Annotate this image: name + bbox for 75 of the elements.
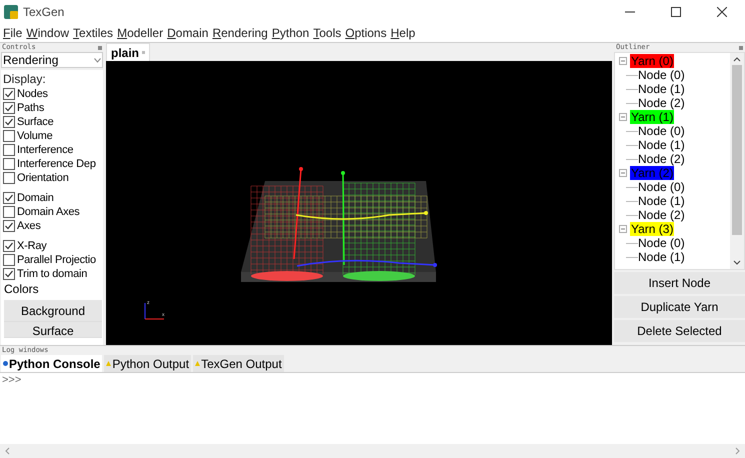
section-label: Display: <box>3 71 47 87</box>
checkbox-label: Surface <box>17 116 54 128</box>
checkbox[interactable] <box>3 206 15 218</box>
warning-icon <box>195 361 200 366</box>
node-item[interactable]: Node (2) <box>638 96 685 110</box>
console-prompt: >>> <box>1 373 22 387</box>
node-item[interactable]: Node (0) <box>638 180 685 194</box>
checkbox[interactable] <box>3 254 15 266</box>
node-item[interactable]: Node (1) <box>638 82 685 96</box>
checkbox-label: Nodes <box>17 88 48 100</box>
checkbox-label: Axes <box>17 220 41 232</box>
checkbox[interactable] <box>3 220 15 232</box>
maximize-icon <box>671 7 681 17</box>
checkbox-label: Parallel Projectio <box>17 254 96 266</box>
node-item[interactable]: Node (2) <box>638 208 685 222</box>
node-item[interactable]: Node (0) <box>638 124 685 138</box>
checkbox[interactable] <box>3 130 15 142</box>
color-button[interactable]: Surface <box>4 322 102 338</box>
outliner-button[interactable]: Delete Selected <box>614 320 745 342</box>
color-button[interactable]: Background <box>4 300 102 322</box>
node-item[interactable]: Node (1) <box>638 138 685 152</box>
vertical-scrollbar[interactable] <box>730 53 744 269</box>
app-logo-icon <box>4 5 18 19</box>
checkbox-label: Volume <box>17 130 52 142</box>
menu-item[interactable]: Window <box>26 25 70 41</box>
collapse-icon[interactable] <box>619 113 627 121</box>
checkbox[interactable] <box>3 240 15 252</box>
checkbox-label: Domain <box>17 192 54 204</box>
menu-item[interactable]: Modeller <box>117 25 164 41</box>
menu-item[interactable]: Textiles <box>73 25 114 41</box>
checkbox-label: Trim to domain <box>17 268 88 280</box>
yarn-item[interactable]: Yarn (3) <box>630 222 674 236</box>
outliner-button[interactable]: Duplicate Yarn <box>614 296 745 318</box>
node-item[interactable]: Node (1) <box>638 194 685 208</box>
log-tab[interactable]: Python Console <box>1 355 102 372</box>
menu-item[interactable]: Rendering <box>212 25 268 41</box>
menu-item[interactable]: Help <box>390 25 416 41</box>
log-tab[interactable]: TexGen Output <box>193 355 284 372</box>
checkbox-label: Interference <box>17 144 74 156</box>
window-title: TexGen <box>23 4 64 21</box>
viewport-tab[interactable]: plain <box>106 43 150 61</box>
chevron-down-icon <box>94 58 101 62</box>
node-item[interactable]: Node (1) <box>638 250 685 264</box>
checkbox-label: Interference Dep <box>17 158 96 170</box>
checkbox-label: Orientation <box>17 172 69 184</box>
collapse-icon[interactable] <box>619 225 627 233</box>
menu-item[interactable]: File <box>3 25 22 41</box>
mode-dropdown[interactable]: Rendering <box>1 52 103 68</box>
checkbox-label: Domain Axes <box>17 206 80 218</box>
checkbox[interactable] <box>3 102 15 114</box>
checkbox[interactable] <box>3 192 15 204</box>
console-area[interactable]: >>> <box>0 372 745 458</box>
menu-item[interactable]: Domain <box>167 25 208 41</box>
menu-item[interactable]: Python <box>272 25 310 41</box>
section-label: Colors <box>4 282 40 296</box>
checkbox[interactable] <box>3 172 15 184</box>
collapse-icon[interactable] <box>619 169 627 177</box>
yarn-item[interactable]: Yarn (0) <box>630 54 674 68</box>
collapse-icon[interactable] <box>619 57 627 65</box>
checkbox[interactable] <box>3 268 15 280</box>
warning-icon <box>106 361 112 366</box>
node-item[interactable]: Node (2) <box>638 152 685 166</box>
checkbox[interactable] <box>3 88 15 100</box>
log-tab[interactable]: Python Output <box>104 355 192 372</box>
checkbox[interactable] <box>3 116 15 128</box>
checkbox-label: Paths <box>17 102 44 114</box>
checkbox[interactable] <box>3 144 15 156</box>
node-item[interactable]: Node (0) <box>638 236 685 250</box>
menu-item[interactable]: Tools <box>313 25 342 41</box>
node-item[interactable]: Node (0) <box>638 68 685 82</box>
menu-item[interactable]: Options <box>345 25 387 41</box>
outliner-button[interactable]: Insert Node <box>614 272 745 294</box>
checkbox[interactable] <box>3 158 15 170</box>
checkbox-label: X-Ray <box>17 240 47 252</box>
yarn-item[interactable]: Yarn (1) <box>630 110 674 124</box>
